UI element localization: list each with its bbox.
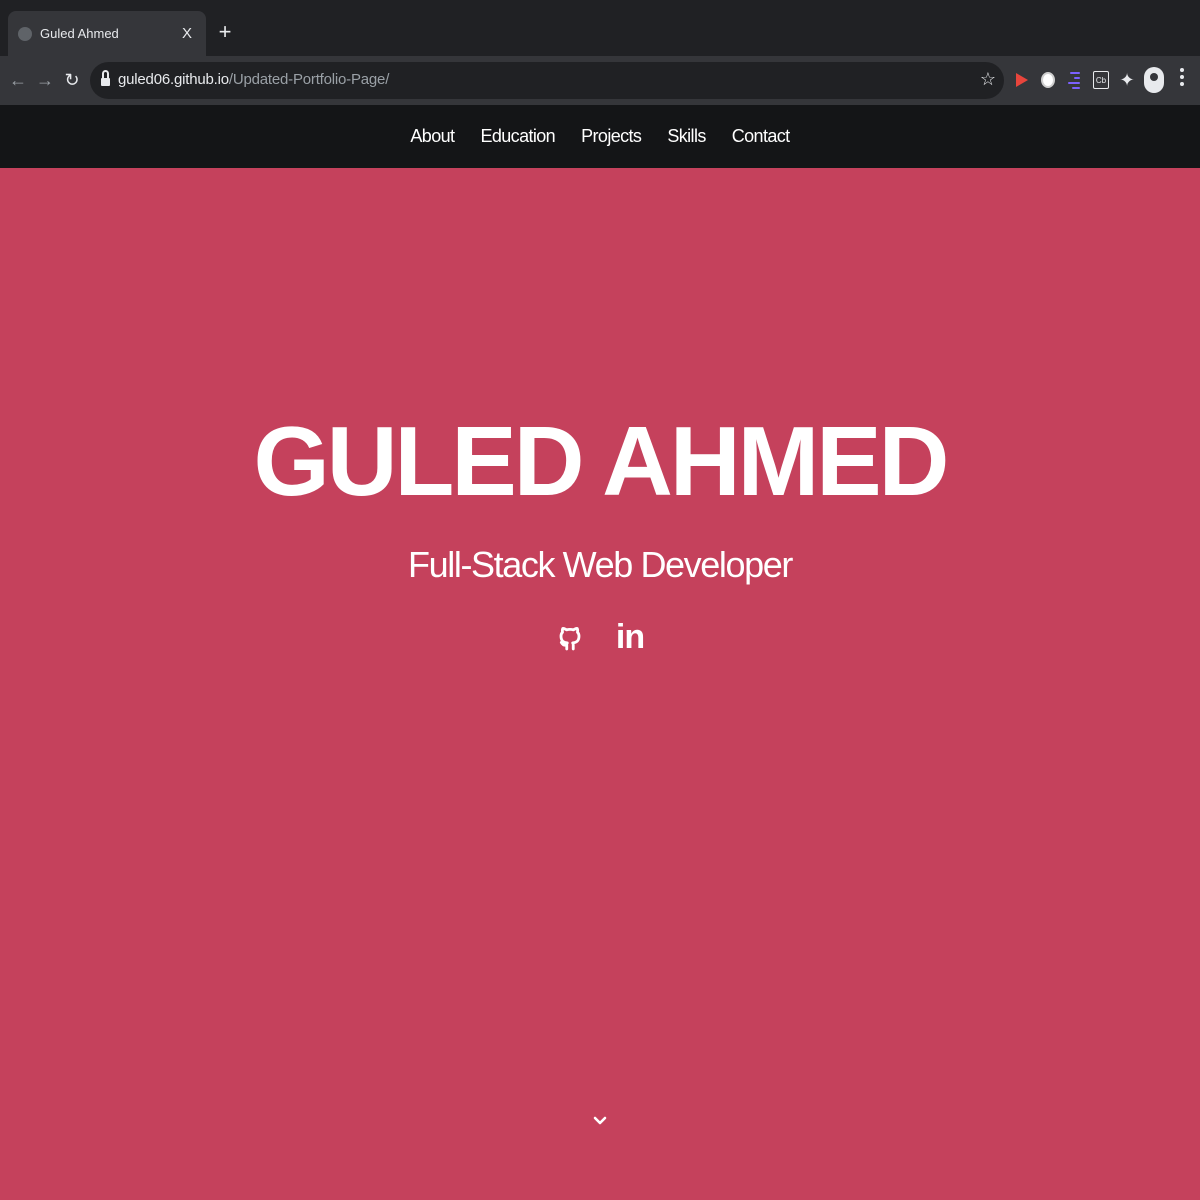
social-links: in [0, 618, 1200, 656]
new-tab-button[interactable]: + [214, 20, 236, 44]
hero-section: GULED AHMED Full-Stack Web Developer in [0, 168, 1200, 1200]
site-navbar: About Education Projects Skills Contact [0, 105, 1200, 168]
nav-projects-link[interactable]: Projects [581, 126, 642, 147]
github-icon[interactable] [555, 618, 585, 656]
bookmark-star-icon[interactable]: ☆ [980, 69, 996, 90]
lock-icon [101, 70, 110, 86]
reload-button[interactable]: ↻ [61, 69, 83, 91]
browser-menu-icon[interactable] [1180, 68, 1184, 86]
back-button[interactable]: ← [7, 69, 29, 91]
extension-circle-icon[interactable] [1038, 69, 1058, 91]
chevron-down-icon[interactable] [592, 1113, 608, 1129]
nav-about-link[interactable]: About [410, 126, 455, 147]
browser-tab[interactable]: Guled Ahmed X [8, 11, 206, 56]
extension-red-arrow-icon[interactable] [1012, 69, 1032, 91]
extension-cb-label: Cb [1093, 71, 1109, 89]
forward-button[interactable]: → [34, 69, 56, 91]
tab-close-button[interactable]: X [178, 25, 196, 42]
url-path: /Updated-Portfolio-Page/ [228, 71, 390, 88]
address-bar[interactable]: guled06.github.io/Updated-Portfolio-Page… [90, 62, 1004, 99]
linkedin-icon[interactable]: in [615, 618, 645, 656]
browser-toolbar: ← → ↻ guled06.github.io/Updated-Portfoli… [0, 56, 1200, 105]
extension-lines-icon[interactable] [1064, 69, 1084, 91]
hero-name: GULED AHMED [253, 406, 950, 516]
url-host: guled06.github.io [118, 71, 229, 88]
nav-education-link[interactable]: Education [480, 126, 555, 147]
linkedin-label: in [615, 618, 645, 656]
tab-title: Guled Ahmed [40, 26, 119, 41]
url-text[interactable]: guled06.github.io/Updated-Portfolio-Page… [118, 71, 389, 88]
browser-tab-strip: Guled Ahmed X + [0, 0, 1200, 56]
nav-skills-link[interactable]: Skills [667, 126, 706, 147]
extensions-puzzle-icon[interactable]: ✦ [1117, 69, 1137, 91]
globe-icon [18, 26, 32, 41]
extension-cb-icon[interactable]: Cb [1091, 69, 1111, 91]
nav-contact-link[interactable]: Contact [732, 126, 790, 147]
profile-avatar-icon[interactable] [1144, 67, 1164, 93]
hero-role: Full-Stack Web Developer [408, 544, 793, 585]
